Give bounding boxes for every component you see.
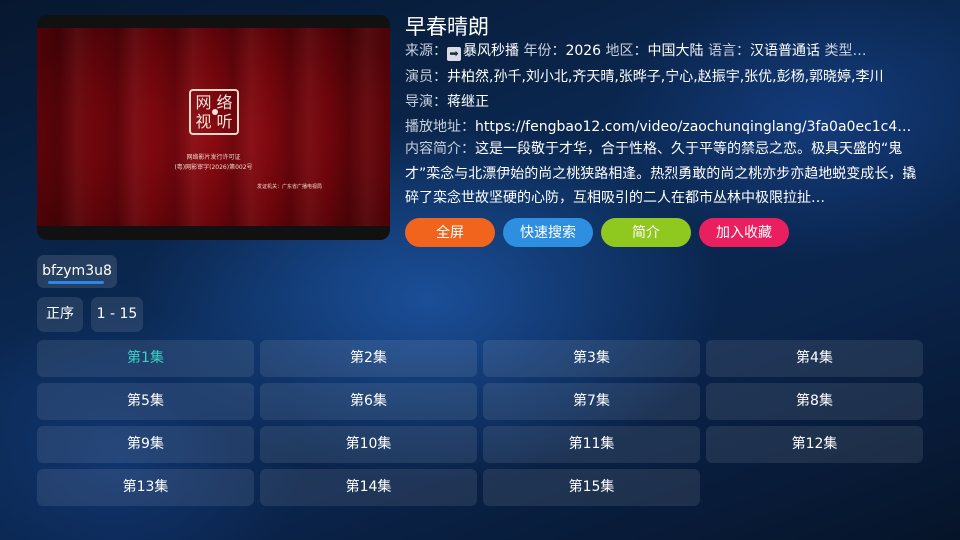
region-value: 中国大陆 — [647, 43, 704, 59]
episode-button[interactable]: 第15集 — [483, 469, 700, 506]
cast-label: 演员： — [405, 69, 447, 85]
fullscreen-button[interactable]: 全屏 — [405, 218, 495, 247]
summary-text: 内容简介：这是一段敬于才华，合于性格、久于平等的禁忌之恋。极具天盛的“鬼才”栾念… — [405, 137, 922, 210]
license-title: 网络影片发行许可证 — [186, 154, 241, 161]
sort-order-button[interactable]: 正序 — [37, 297, 83, 332]
meta-line: 来源： ➡ 暴风秒播 年份：2026 地区：中国大陆 语言：汉语普通话 类型… — [405, 40, 920, 62]
quick-search-button[interactable]: 快速搜索 — [503, 218, 593, 247]
source-value: 暴风秒播 — [463, 43, 519, 59]
episode-grid: 第1集 第2集 第3集 第4集 第5集 第6集 第7集 第8集 第9集 第10集… — [37, 340, 923, 506]
episode-button[interactable]: 第13集 — [37, 469, 254, 506]
seal-char: 听 — [216, 111, 233, 131]
intro-button[interactable]: 简介 — [601, 218, 691, 247]
source-tab-label: bfzym3u8 — [42, 263, 112, 279]
summary-value: 这是一段敬于才华，合于性格、久于平等的禁忌之恋。极具天盛的“鬼才”栾念与北漂伊始… — [405, 141, 917, 206]
seal-char: 网 — [195, 92, 212, 112]
episode-button-active[interactable]: 第1集 — [37, 340, 254, 377]
episode-button[interactable]: 第14集 — [260, 469, 477, 506]
region-label: 地区： — [605, 43, 648, 59]
episode-range-button[interactable]: 1 - 15 — [91, 297, 143, 332]
episode-button[interactable]: 第4集 — [706, 340, 923, 377]
director-label: 导演： — [405, 94, 447, 110]
language-value: 汉语普通话 — [750, 43, 820, 59]
episode-button[interactable]: 第5集 — [37, 383, 254, 420]
license-seal-logo: 网 络 视 听 — [189, 89, 239, 135]
play-url-label: 播放地址： — [405, 119, 475, 135]
cast-line: 演员：井柏然,孙千,刘小北,齐天晴,张晔子,宁心,赵振宇,张优,彭杨,郭晓婷,李… — [405, 66, 920, 88]
active-tab-indicator — [48, 281, 104, 284]
episode-button[interactable]: 第7集 — [483, 383, 700, 420]
cast-value: 井柏然,孙千,刘小北,齐天晴,张晔子,宁心,赵振宇,张优,彭杨,郭晓婷,李川 — [447, 69, 884, 85]
license-number: (粤)网影审字(2026)第002号 — [174, 164, 253, 171]
episode-button[interactable]: 第10集 — [260, 426, 477, 463]
episode-button[interactable]: 第12集 — [706, 426, 923, 463]
episode-button[interactable]: 第2集 — [260, 340, 477, 377]
language-label: 语言： — [708, 43, 750, 59]
episode-button[interactable]: 第9集 — [37, 426, 254, 463]
year-value: 2026 — [565, 43, 602, 59]
summary-label: 内容简介： — [405, 141, 475, 157]
arrow-right-icon: ➡ — [447, 47, 461, 61]
episode-button[interactable]: 第11集 — [483, 426, 700, 463]
video-player[interactable]: 网 络 视 听 网络影片发行许可证 (粤)网影审字(2026)第002号 发证机… — [37, 15, 390, 240]
seal-dot — [212, 109, 218, 115]
director-line: 导演：蒋继正 — [405, 91, 920, 113]
license-issuer: 发证机关：广东省广播电视局 — [257, 184, 323, 190]
director-value: 蒋继正 — [447, 94, 489, 110]
episode-button[interactable]: 第3集 — [483, 340, 700, 377]
play-url-value: https://fengbao12.com/video/zaochunqingl… — [475, 119, 920, 135]
source-label: 来源： — [405, 43, 447, 59]
type-label: 类型… — [824, 43, 867, 59]
add-favorite-button[interactable]: 加入收藏 — [699, 218, 789, 247]
episode-button[interactable]: 第8集 — [706, 383, 923, 420]
episode-button[interactable]: 第6集 — [260, 383, 477, 420]
seal-char: 络 — [216, 92, 233, 112]
video-frame[interactable]: 网 络 视 听 网络影片发行许可证 (粤)网影审字(2026)第002号 发证机… — [37, 28, 390, 226]
year-label: 年份： — [523, 43, 566, 59]
play-url-line: 播放地址：https://fengbao12.com/video/zaochun… — [405, 116, 920, 138]
video-title: 早春晴朗 — [405, 15, 489, 39]
source-tab-bfzym3u8[interactable]: bfzym3u8 — [37, 255, 117, 288]
seal-char: 视 — [195, 111, 212, 131]
